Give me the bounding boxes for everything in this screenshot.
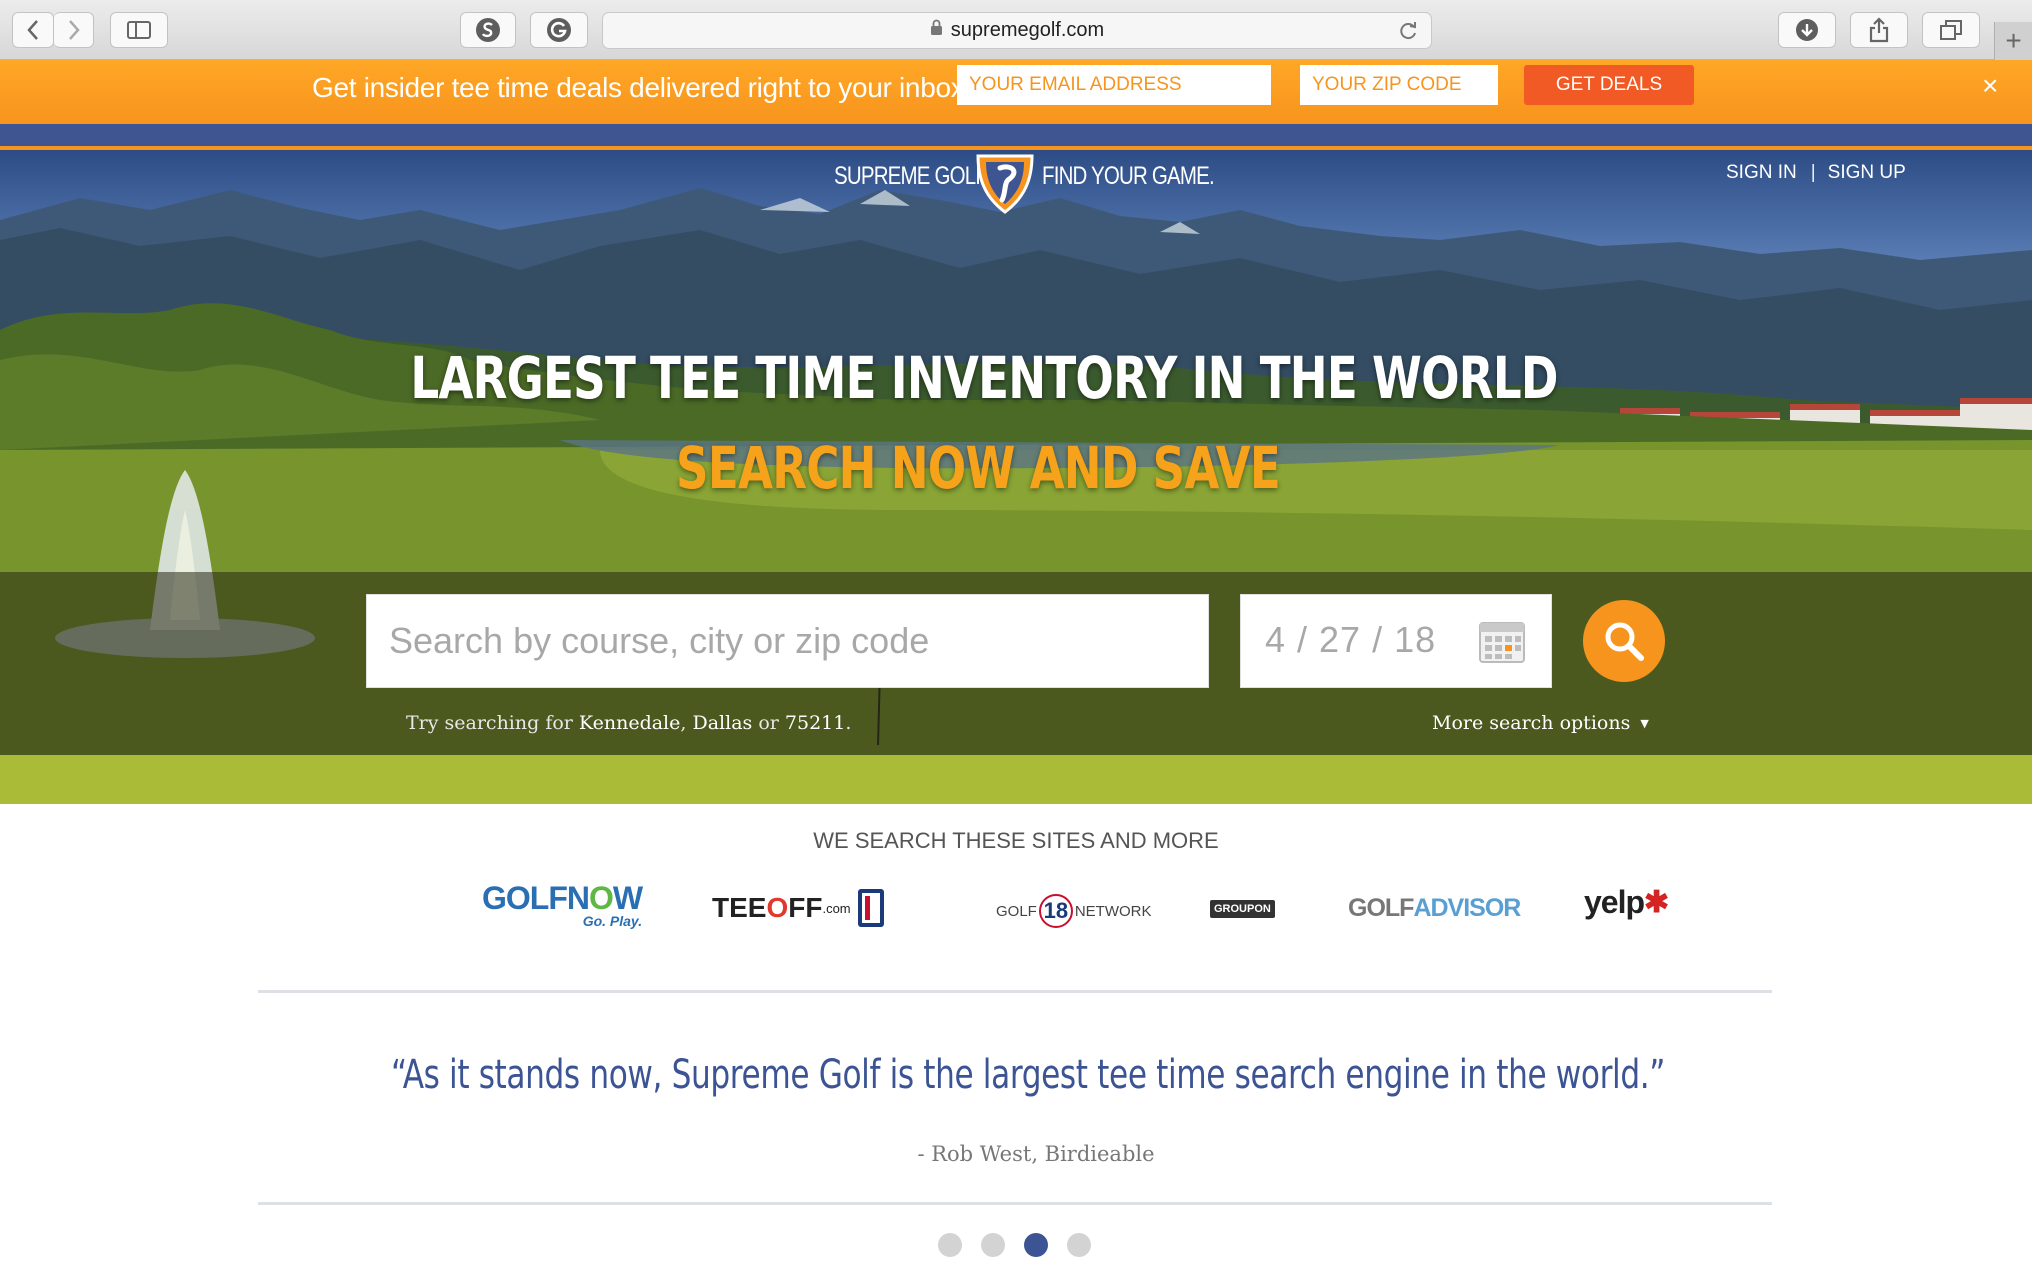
tabs-button[interactable]: [1922, 12, 1980, 48]
address-bar[interactable]: supremegolf.com: [602, 12, 1432, 49]
extension-g-button[interactable]: [530, 12, 588, 48]
sidebar-button[interactable]: [110, 12, 168, 48]
downloads-button[interactable]: [1778, 12, 1836, 48]
supreme-golf-logo[interactable]: [972, 150, 1038, 216]
chevron-right-icon: [68, 20, 80, 40]
date-picker-field[interactable]: 4 / 27 / 18: [1240, 594, 1552, 688]
hero-subtitle: SEARCH NOW AND SAVE: [676, 434, 1281, 502]
yelp-logo: yelp ✱: [1584, 884, 1669, 920]
sign-up-link[interactable]: SIGN UP: [1828, 162, 1906, 184]
lock-icon: [930, 19, 943, 42]
calendar-icon[interactable]: [1479, 619, 1525, 663]
hint-joiner: or: [752, 712, 785, 734]
nav-separator: |: [1810, 162, 1816, 183]
testimonial-author: - Rob West, Birdieable: [917, 1142, 1155, 1166]
get-deals-button[interactable]: GET DEALS: [1524, 65, 1694, 105]
hero-title: LARGEST TEE TIME INVENTORY IN THE WORLD: [410, 344, 1558, 412]
suggestion-link[interactable]: 75211: [785, 712, 845, 734]
tabs-overview-icon: [1940, 20, 1962, 40]
url-text: supremegolf.com: [950, 19, 1105, 41]
share-icon: [1869, 17, 1889, 43]
carousel-dot[interactable]: [981, 1233, 1005, 1257]
golf18-network-logo: GOLF 18 NETWORK: [996, 894, 1152, 928]
promo-text: Get insider tee time deals delivered rig…: [312, 72, 972, 103]
forward-button[interactable]: [54, 12, 94, 48]
divider-top: [258, 990, 1772, 993]
caret-down-icon: ▼: [1640, 716, 1649, 730]
sign-in-link[interactable]: SIGN IN: [1726, 162, 1797, 184]
carousel-dot-active[interactable]: [1024, 1233, 1048, 1257]
golfnow-logo: GOLFNOW Go. Play.: [482, 880, 643, 929]
brand-name: SUPREME GOLF: [834, 162, 988, 190]
search-icon: [1605, 622, 1644, 661]
download-icon: [1796, 19, 1818, 41]
groupon-logo: GROUPON: [1210, 900, 1275, 918]
extension-s-button[interactable]: [460, 12, 516, 48]
reload-icon[interactable]: [1397, 20, 1419, 48]
partners-heading: WE SEARCH THESE SITES AND MORE: [813, 828, 1219, 853]
sidebar-icon: [127, 21, 151, 39]
new-tab-button[interactable]: +: [1994, 22, 2032, 60]
suggestion-link[interactable]: Kennedale: [579, 712, 680, 734]
carousel-dot[interactable]: [1067, 1233, 1091, 1257]
plus-icon: +: [2005, 25, 2022, 56]
account-links: SIGN IN | SIGN UP: [1726, 162, 1906, 184]
back-button[interactable]: [12, 12, 54, 48]
close-icon[interactable]: ×: [1982, 70, 1998, 102]
promo-zip-input[interactable]: [1300, 65, 1498, 105]
search-button[interactable]: [1583, 600, 1665, 682]
more-search-options-link[interactable]: More search options ▼: [1432, 712, 1649, 734]
brand-tagline: FIND YOUR GAME.: [1042, 162, 1215, 190]
extension-s-icon: [476, 18, 500, 42]
extension-g-icon: [547, 18, 571, 42]
hint-prefix: Try searching for: [406, 712, 579, 734]
more-options-label: More search options: [1432, 712, 1631, 734]
pga-tour-icon: [857, 889, 884, 927]
search-suggestions: Try searching for Kennedale, Dallas or 7…: [406, 712, 851, 734]
hint-joiner: ,: [680, 712, 693, 734]
divider-bottom: [258, 1202, 1772, 1205]
suggestion-link[interactable]: Dallas: [692, 712, 752, 734]
carousel-dot[interactable]: [938, 1233, 962, 1257]
carousel-dots: [938, 1233, 1110, 1257]
testimonial-quote: “As it stands now, Supreme Golf is the l…: [390, 1052, 1666, 1098]
search-input[interactable]: [366, 594, 1209, 688]
chevron-left-icon: [27, 20, 38, 40]
header-stripe: [0, 124, 2032, 150]
browser-toolbar: supremegolf.com +: [0, 0, 2032, 60]
yelp-burst-icon: ✱: [1644, 886, 1669, 919]
golfadvisor-logo: GOLF ADVISOR: [1348, 894, 1521, 922]
hero-section: SUPREME GOLF FIND YOUR GAME. SIGN IN | S…: [0, 150, 2032, 804]
share-button[interactable]: [1850, 12, 1908, 48]
promo-email-input[interactable]: [957, 65, 1271, 105]
date-value: 4 / 27 / 18: [1265, 619, 1437, 660]
teeoff-logo: TEE O FF .com: [712, 888, 885, 928]
hint-joiner: .: [845, 712, 852, 734]
